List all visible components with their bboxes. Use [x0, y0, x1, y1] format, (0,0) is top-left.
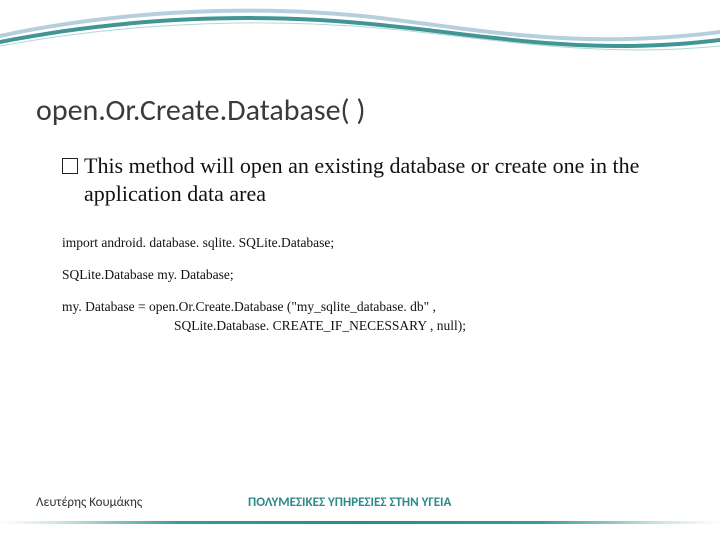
slide: open.Or.Create.Database( ) This method w…	[0, 0, 720, 540]
footer-subject: ΠΟΛΥΜΕΣΙΚΕΣ ΥΠΗΡΕΣΙΕΣ ΣΤΗΝ ΥΓΕΙΑ	[248, 495, 451, 510]
code-line-decl: SQLite.Database my. Database;	[62, 266, 670, 284]
bottom-divider	[0, 521, 720, 524]
bullet-text: This method will open an existing databa…	[84, 152, 670, 208]
body-content: This method will open an existing databa…	[62, 152, 670, 208]
code-line-call-1: my. Database = open.Or.Create.Database (…	[62, 298, 670, 316]
top-swoosh-decoration	[0, 0, 720, 70]
bullet-item: This method will open an existing databa…	[62, 152, 670, 208]
code-line-import: import android. database. sqlite. SQLite…	[62, 234, 670, 252]
code-block: import android. database. sqlite. SQLite…	[62, 234, 670, 349]
slide-title: open.Or.Create.Database( )	[36, 92, 366, 129]
footer-author: Λευτέρης Κουμάκης	[36, 495, 142, 510]
code-line-call-2: SQLite.Database. CREATE_IF_NECESSARY , n…	[62, 317, 670, 335]
bullet-box-icon	[62, 158, 78, 174]
